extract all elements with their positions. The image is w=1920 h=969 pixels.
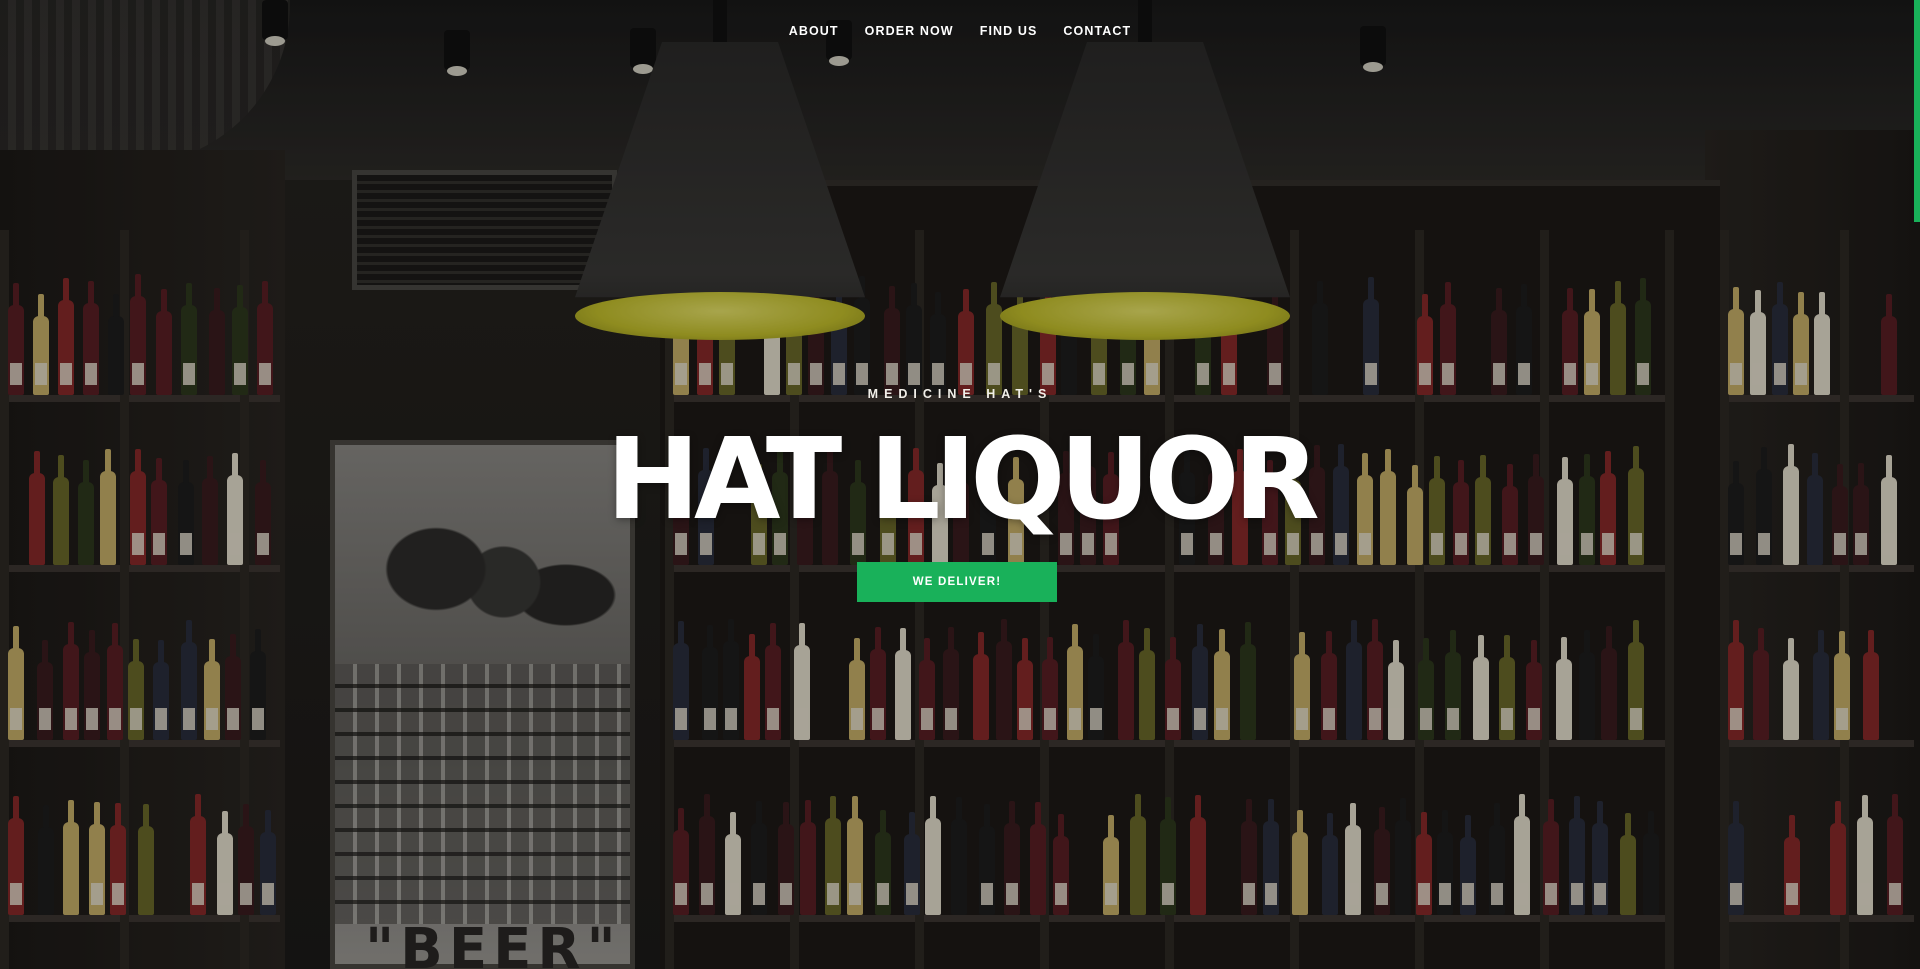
hero-kicker: MEDICINE HAT'S bbox=[867, 387, 1053, 401]
nav-find-us[interactable]: FIND US bbox=[980, 24, 1038, 38]
nav-contact[interactable]: CONTACT bbox=[1063, 24, 1131, 38]
we-deliver-button[interactable]: WE DELIVER! bbox=[857, 562, 1057, 602]
main-navigation: ABOUT ORDER NOW FIND US CONTACT bbox=[0, 24, 1920, 38]
nav-about[interactable]: ABOUT bbox=[789, 24, 839, 38]
nav-order-now[interactable]: ORDER NOW bbox=[865, 24, 954, 38]
hero-title: HAT LIQUOR bbox=[606, 415, 1320, 545]
